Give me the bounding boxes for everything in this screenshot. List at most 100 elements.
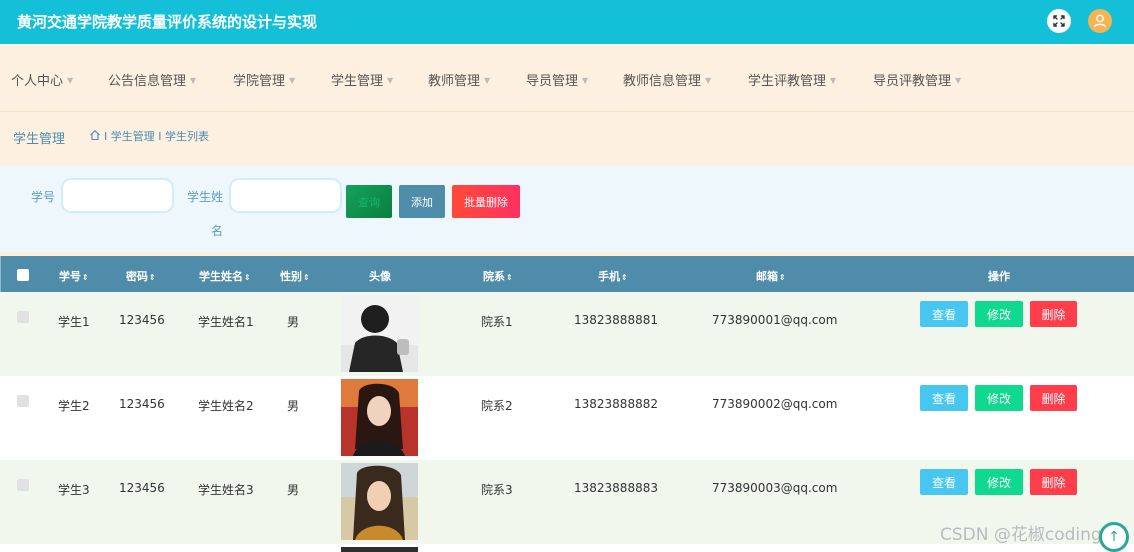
student-table: 学号⇕ 密码⇕ 学生姓名⇕ 性别⇕ 头像 院系⇕ 手机⇕ 邮箱⇕ 操作 学生1 …: [0, 256, 1134, 552]
batch-delete-button[interactable]: 批量删除: [452, 185, 520, 218]
header-label: 手机: [598, 270, 620, 283]
nav-item-announcements[interactable]: 公告信息管理 ▼: [108, 70, 196, 89]
caret-down-icon: ▼: [387, 76, 394, 85]
watermark: CSDN @花椒coding: [940, 525, 1102, 545]
sort-icon: ⇕: [303, 273, 310, 282]
column-header-gender[interactable]: 性别⇕: [280, 268, 310, 284]
edit-button[interactable]: 修改: [975, 469, 1023, 495]
cell-email: 773890003@qq.com: [712, 481, 838, 495]
delete-button[interactable]: 删除: [1030, 301, 1077, 327]
nav-item-teachers[interactable]: 教师管理 ▼: [428, 70, 490, 89]
sort-icon: ⇕: [82, 273, 89, 282]
student-avatar: [341, 547, 418, 552]
sort-icon: ⇕: [779, 273, 786, 282]
column-header-avatar: 头像: [369, 270, 391, 283]
select-all-checkbox[interactable]: [17, 269, 29, 281]
view-button[interactable]: 查看: [920, 301, 968, 327]
student-avatar: [341, 379, 418, 456]
column-header-actions: 操作: [988, 270, 1010, 283]
student-avatar: [341, 463, 418, 540]
cell-phone: 13823888881: [574, 313, 658, 327]
nav-item-label: 个人中心: [11, 74, 64, 89]
edit-button[interactable]: 修改: [975, 385, 1023, 411]
breadcrumb-path: I 学生管理 I 学生列表: [104, 130, 209, 143]
delete-button[interactable]: 删除: [1030, 469, 1077, 495]
table-header: 学号⇕ 密码⇕ 学生姓名⇕ 性别⇕ 头像 院系⇕ 手机⇕ 邮箱⇕ 操作: [0, 256, 1134, 292]
cell-phone: 13823888882: [574, 397, 658, 411]
nav-item-teacher-info[interactable]: 教师信息管理 ▼: [623, 70, 711, 89]
student-name-input[interactable]: [229, 178, 342, 213]
cell-name: 学生姓名1: [198, 315, 254, 329]
cell-student-id: 学生1: [58, 315, 90, 329]
nav-item-colleges[interactable]: 学院管理 ▼: [233, 70, 295, 89]
cell-email: 773890001@qq.com: [712, 313, 838, 327]
student-id-input[interactable]: [61, 178, 174, 213]
nav-item-counselors[interactable]: 导员管理 ▼: [526, 70, 588, 89]
column-header-email[interactable]: 邮箱⇕: [756, 268, 786, 284]
cell-department: 院系1: [481, 315, 513, 329]
back-to-top-button[interactable]: ↑: [1099, 522, 1129, 552]
nav-item-label: 学生评教管理: [748, 74, 827, 89]
nav-item-students[interactable]: 学生管理 ▼: [331, 70, 393, 89]
delete-button[interactable]: 删除: [1030, 385, 1077, 411]
user-icon: [1093, 14, 1107, 28]
fullscreen-button[interactable]: [1047, 9, 1071, 33]
breadcrumb-section: 学生管理: [13, 132, 66, 147]
column-header-department[interactable]: 院系⇕: [483, 268, 513, 284]
caret-down-icon: ▼: [289, 76, 296, 85]
row-checkbox[interactable]: [17, 311, 29, 323]
caret-down-icon: ▼: [955, 76, 962, 85]
cell-student-id: 学生3: [58, 483, 90, 497]
cell-student-id: 学生2: [58, 399, 90, 413]
view-button[interactable]: 查看: [920, 385, 968, 411]
row-checkbox[interactable]: [17, 395, 29, 407]
nav-item-label: 学生管理: [331, 74, 384, 89]
cell-department: 院系3: [481, 483, 513, 497]
fullscreen-icon: [1053, 15, 1065, 27]
main-nav: 个人中心 ▼ 公告信息管理 ▼ 学院管理 ▼ 学生管理 ▼ 教师管理 ▼ 导员管理 ▼ 教师…: [0, 44, 1134, 112]
header-label: 密码: [126, 270, 148, 283]
nav-item-counselor-evaluation[interactable]: 导员评教管理 ▼: [873, 70, 961, 89]
nav-item-label: 教师管理: [428, 74, 481, 89]
header-label: 性别: [280, 270, 302, 283]
user-menu-button[interactable]: [1088, 9, 1112, 33]
breadcrumb: 学生管理 I 学生管理 I 学生列表: [0, 113, 1134, 158]
column-header-password[interactable]: 密码⇕: [126, 268, 156, 284]
sort-icon: ⇕: [149, 273, 156, 282]
column-header-phone[interactable]: 手机⇕: [598, 268, 628, 284]
sort-icon: ⇕: [506, 273, 513, 282]
cell-department: 院系2: [481, 399, 513, 413]
caret-down-icon: ▼: [67, 76, 74, 85]
nav-item-personal-center[interactable]: 个人中心 ▼: [11, 70, 73, 89]
view-button[interactable]: 查看: [920, 469, 968, 495]
table-row: [0, 544, 1134, 552]
nav-item-label: 公告信息管理: [108, 74, 187, 89]
cell-password: 123456: [119, 481, 165, 495]
search-panel: 学号 学生姓 名 查询 添加 批量删除: [0, 166, 1134, 252]
cell-name: 学生姓名3: [198, 483, 254, 497]
nav-item-student-evaluation[interactable]: 学生评教管理 ▼: [748, 70, 836, 89]
arrow-up-icon: ↑: [1108, 529, 1120, 545]
search-button[interactable]: 查询: [346, 185, 392, 218]
column-header-name[interactable]: 学生姓名⇕: [199, 268, 251, 284]
student-name-label-wrap: 名: [211, 224, 224, 238]
cell-email: 773890002@qq.com: [712, 397, 838, 411]
sort-icon: ⇕: [244, 273, 251, 282]
nav-item-label: 导员评教管理: [873, 74, 952, 89]
nav-item-label: 学院管理: [233, 74, 286, 89]
caret-down-icon: ▼: [190, 76, 197, 85]
header-label: 学生姓名: [199, 270, 243, 283]
column-header-student-id[interactable]: 学号⇕: [59, 268, 89, 284]
sort-icon: ⇕: [621, 273, 628, 282]
student-avatar: [341, 295, 418, 372]
cell-gender: 男: [287, 315, 300, 329]
header-label: 院系: [483, 270, 505, 283]
row-checkbox[interactable]: [17, 479, 29, 491]
app-title: 黄河交通学院教学质量评价系统的设计与实现: [17, 13, 318, 31]
edit-button[interactable]: 修改: [975, 301, 1023, 327]
student-name-label: 学生姓: [187, 190, 224, 204]
top-bar: 黄河交通学院教学质量评价系统的设计与实现: [0, 0, 1134, 44]
add-button[interactable]: 添加: [399, 185, 445, 218]
cell-gender: 男: [287, 399, 300, 413]
home-icon[interactable]: [89, 129, 101, 141]
